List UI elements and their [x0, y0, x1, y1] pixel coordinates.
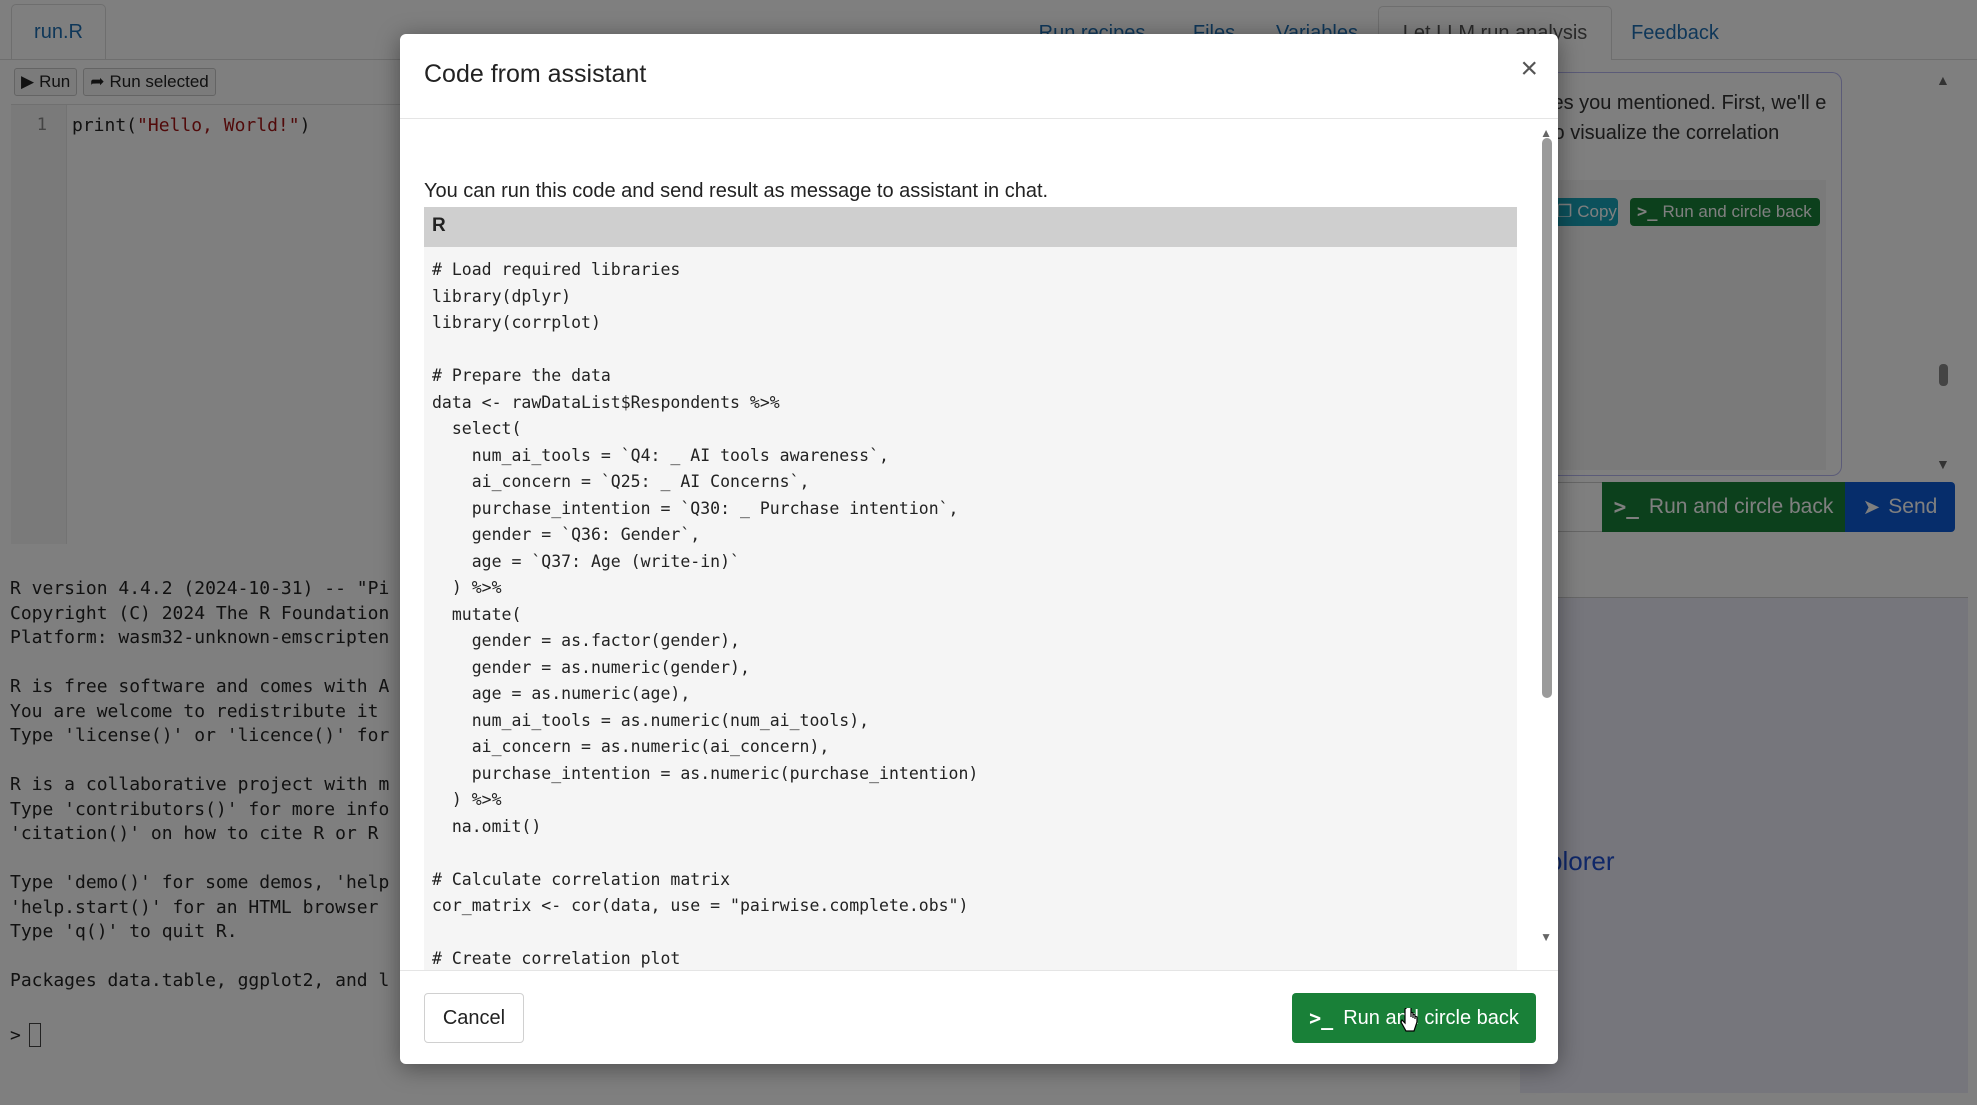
code-line: na.omit() — [432, 816, 542, 836]
code-line: ai_concern = `Q25: _ AI Concerns`, — [432, 472, 810, 491]
code-line: # Calculate correlation matrix — [432, 869, 731, 889]
code-line: mutate( — [432, 604, 522, 624]
code-line: purchase_intention = as.numeric(purchase… — [432, 763, 979, 783]
code-line: gender = `Q36: Gender`, — [432, 525, 701, 544]
dialog-footer: Cancel >_ Run and circle back — [400, 970, 1558, 1064]
code-line: library(dplyr) — [432, 286, 572, 306]
close-icon[interactable]: × — [1520, 54, 1538, 84]
code-line: purchase_intention = `Q30: _ Purchase in… — [432, 498, 959, 518]
code-dialog: Code from assistant × You can run this c… — [400, 34, 1558, 1064]
code-line: ) %>% — [432, 578, 502, 597]
code-line: # Load required libraries — [432, 260, 681, 279]
mouse-pointer-icon — [1400, 1008, 1418, 1032]
terminal-icon: >_ — [1309, 1006, 1334, 1030]
code-line: library(corrplot) — [432, 313, 601, 332]
code-line: age = as.numeric(age), — [432, 684, 691, 703]
code-line: num_ai_tools = as.numeric(num_ai_tools), — [432, 710, 870, 730]
code-line: data <- rawDataList$Respondents %>% — [432, 392, 780, 412]
code-language-label: R — [424, 207, 1517, 247]
dialog-header: Code from assistant × — [400, 34, 1558, 119]
code-line: gender = as.factor(gender), — [432, 631, 740, 650]
code-block: R # Load required libraries library(dplyr… — [424, 207, 1517, 970]
code-line: ai_concern = as.numeric(ai_concern), — [432, 737, 830, 756]
code-line: gender = as.numeric(gender), — [432, 657, 750, 677]
code-line: cor_matrix <- cor(data, use = "pairwise.… — [432, 896, 969, 915]
dialog-hint: You can run this code and send result as… — [424, 180, 1049, 202]
dialog-title: Code from assistant — [424, 60, 647, 88]
cancel-button[interactable]: Cancel — [424, 993, 524, 1043]
code-line: num_ai_tools = `Q4: _ AI tools awareness… — [432, 445, 889, 465]
code-line: ) %>% — [432, 790, 502, 809]
code-line: age = `Q37: Age (write-in)` — [432, 551, 740, 571]
code-lines: # Load required libraries library(dplyr) l… — [424, 247, 1517, 970]
app-window: run.R ▶ Run ➦ Run selected 1 print("Hell… — [0, 0, 1977, 1105]
run-button-label: Run and circle back — [1343, 1006, 1519, 1029]
dialog-body: You can run this code and send result as… — [400, 120, 1558, 970]
dialog-scrollbar-thumb[interactable] — [1542, 138, 1552, 698]
code-line: select( — [432, 419, 522, 438]
scroll-down-icon[interactable]: ▼ — [1540, 930, 1552, 944]
code-line: # Prepare the data — [432, 366, 611, 385]
code-line: # Create correlation plot — [432, 949, 681, 968]
